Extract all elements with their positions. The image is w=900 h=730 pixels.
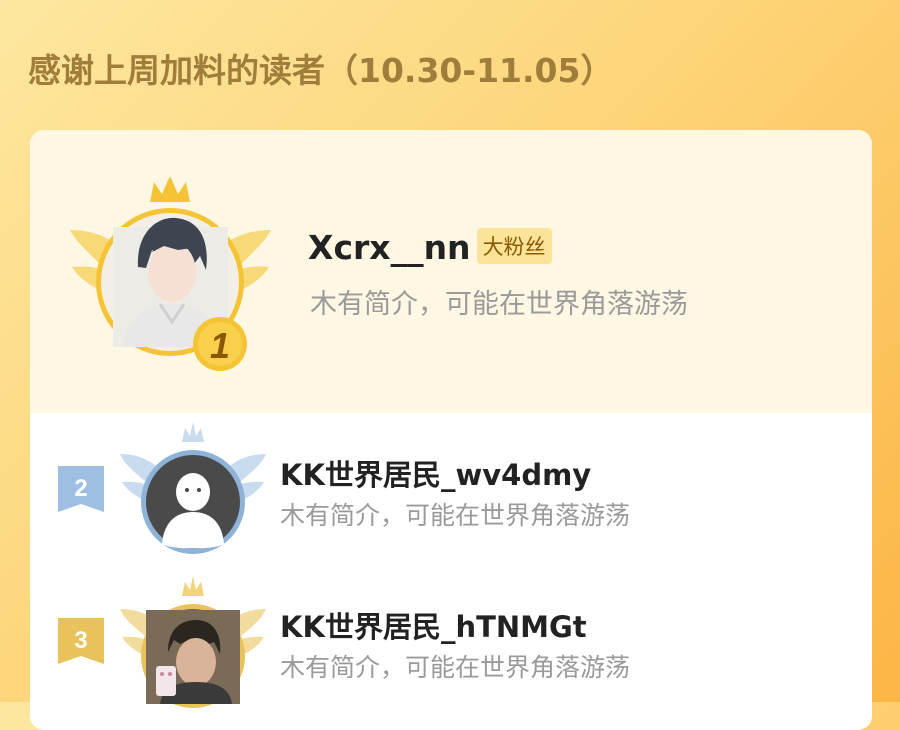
rank-3-number: 3: [74, 627, 87, 654]
rank-2-tag-icon: 2: [58, 466, 104, 512]
rank-1-number: 1: [210, 325, 230, 366]
reader-row-rank-3[interactable]: 3 KK世界居民_hTNMGt 木有简介，可能在世界角落游荡: [30, 570, 872, 730]
reader-name-rank-1[interactable]: Xcrx__nn 大粉丝: [308, 228, 552, 267]
reader-name-rank-3[interactable]: KK世界居民_hTNMGt: [280, 604, 587, 646]
silver-winged-frame-icon: [120, 422, 266, 554]
reader-ranking-card: 1 Xcrx__nn 大粉丝 木有简介，可能在世界角落游荡 2 KK世界居民_w…: [30, 130, 872, 730]
reader-bio-rank-1: 木有简介，可能在世界角落游荡: [310, 289, 688, 320]
reader-row-rank-2[interactable]: 2 KK世界居民_wv4dmy 木有简介，可能在世界角落游荡: [30, 420, 872, 570]
reader-bio-rank-3: 木有简介，可能在世界角落游荡: [280, 653, 631, 682]
reader-name-text: Xcrx__nn: [308, 228, 471, 267]
selfie-photo-avatar-image: [146, 610, 240, 704]
reader-bio-rank-2: 木有简介，可能在世界角落游荡: [280, 501, 631, 530]
page-title: 感谢上周加料的读者（10.30-11.05）: [28, 51, 614, 90]
rank-2-number: 2: [74, 475, 87, 502]
bronze-winged-frame-icon: [120, 576, 266, 708]
gold-winged-medal-icon: 1: [70, 176, 271, 371]
big-fan-badge: 大粉丝: [476, 228, 552, 264]
rank-3-tag-icon: 3: [58, 618, 104, 664]
reader-name-rank-2[interactable]: KK世界居民_wv4dmy: [280, 452, 591, 494]
reader-row-rank-1[interactable]: 1 Xcrx__nn 大粉丝 木有简介，可能在世界角落游荡: [30, 130, 872, 413]
